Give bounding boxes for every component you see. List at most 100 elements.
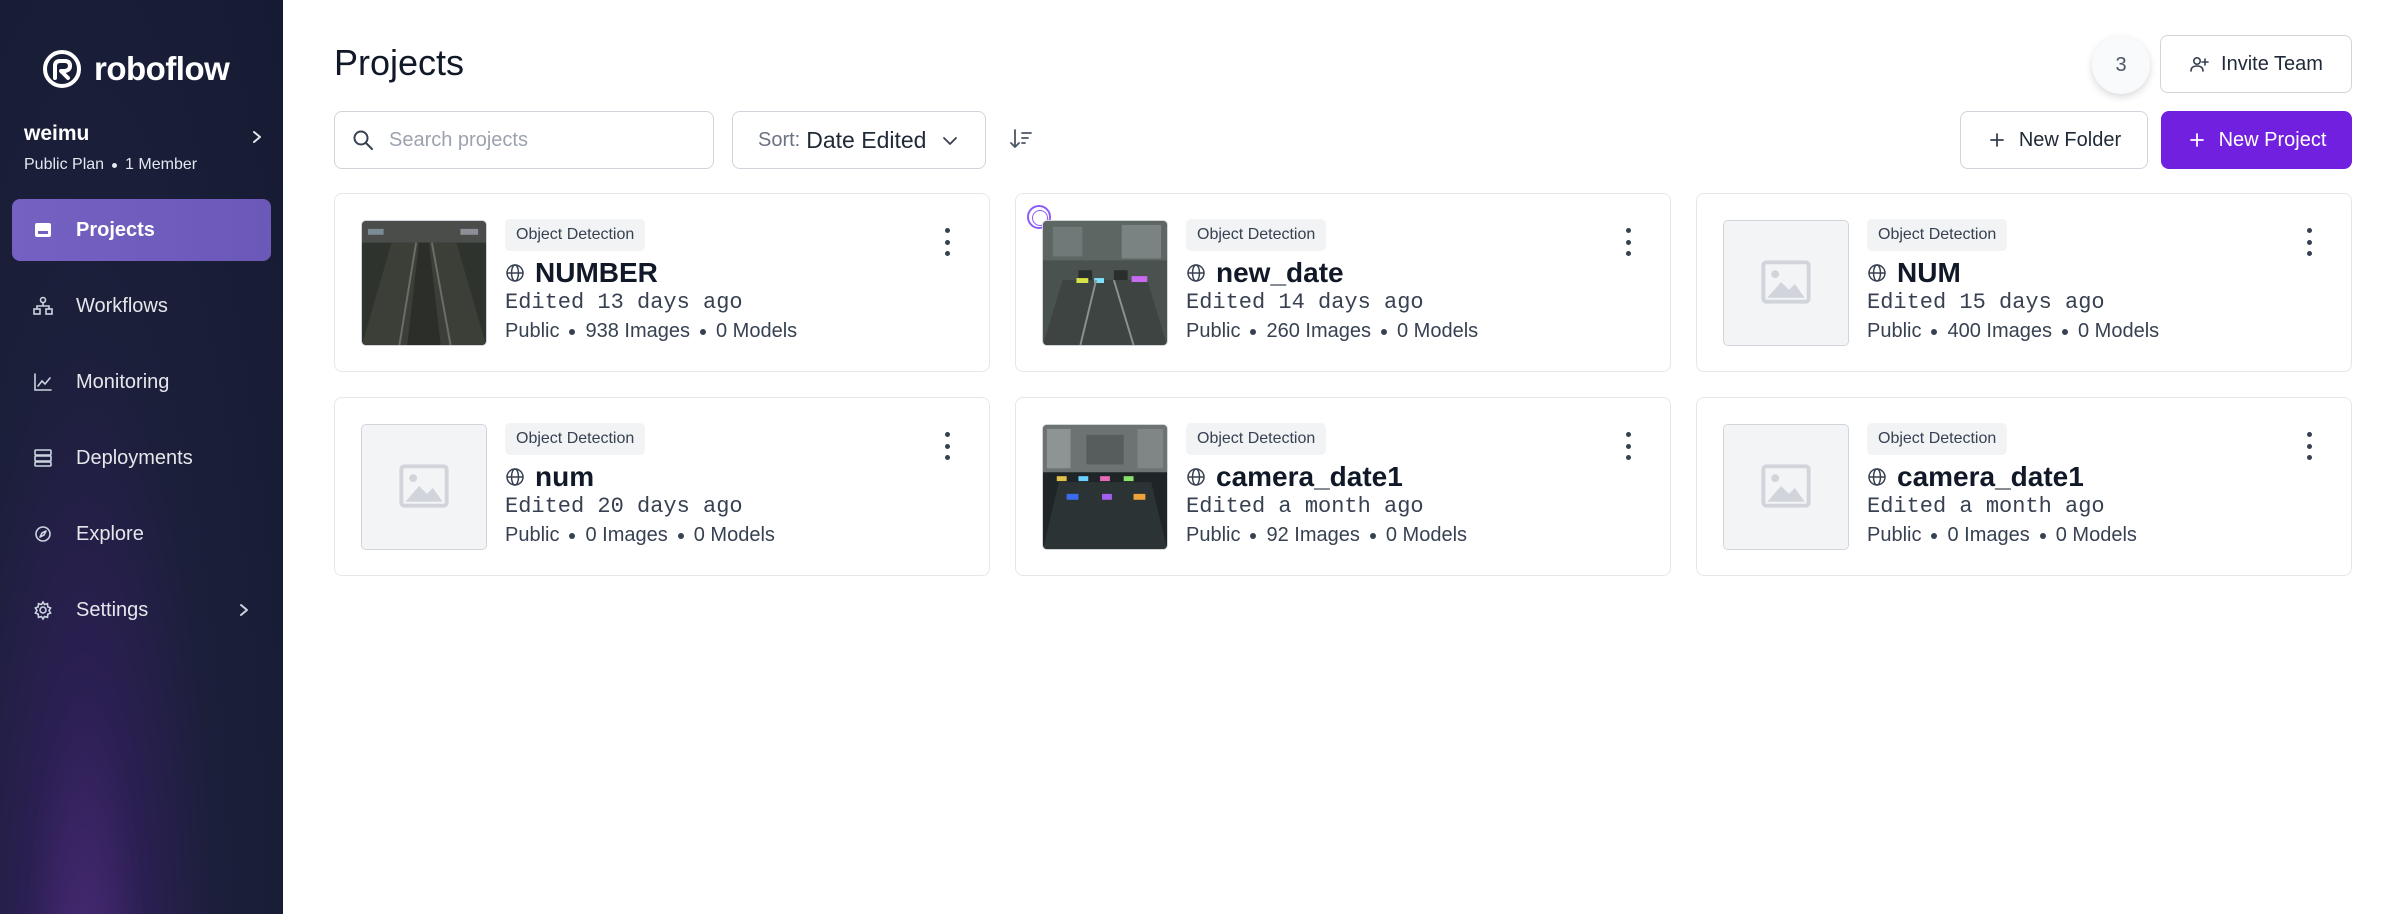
workflows-icon	[33, 296, 53, 315]
project-meta: Public 938 Images 0 Models	[505, 320, 797, 343]
project-meta: Public 400 Images 0 Models	[1867, 320, 2159, 343]
globe-icon	[1187, 264, 1205, 282]
project-models: 0 Models	[716, 320, 798, 342]
sort-prefix: Sort:	[758, 128, 801, 151]
separator-dot	[1381, 328, 1387, 335]
chevron-down-icon	[943, 137, 957, 145]
project-title: new_date	[1186, 257, 1344, 289]
project-thumbnail	[1042, 220, 1168, 346]
project-thumbnail	[361, 220, 487, 346]
workspace-name: weimu	[24, 122, 90, 145]
sort-dropdown[interactable]: Sort: Date Edited	[732, 111, 986, 169]
monitoring-icon	[34, 373, 52, 391]
new-project-button[interactable]: New Project	[2161, 111, 2352, 169]
more-options-icon[interactable]	[2305, 228, 2313, 256]
sidebar-item-projects[interactable]: Projects	[12, 199, 271, 261]
project-edited: Edited 20 days ago	[505, 494, 743, 519]
project-visibility: Public	[1186, 524, 1241, 546]
project-type-badge: Object Detection	[505, 423, 646, 455]
project-visibility: Public	[1867, 524, 1922, 546]
new-project-label: New Project	[2218, 128, 2327, 151]
more-options-icon[interactable]	[943, 228, 951, 256]
project-models: 0 Models	[2055, 524, 2137, 546]
sidebar-item-deployments[interactable]: Deployments	[12, 427, 271, 489]
sidebar-nav: Projects Workflows Monitoring Deployment…	[12, 199, 271, 655]
project-name: camera_date1	[1897, 461, 2084, 492]
project-meta: Public 92 Images 0 Models	[1186, 524, 1467, 547]
project-visibility: Public	[1867, 320, 1922, 342]
sidebar-item-explore[interactable]: Explore	[12, 503, 271, 565]
project-visibility: Public	[505, 320, 560, 342]
project-models: 0 Models	[1385, 524, 1468, 546]
more-options-icon[interactable]	[943, 432, 951, 460]
team-member-count[interactable]: 3	[2092, 36, 2150, 94]
project-edited: Edited a month ago	[1186, 494, 1424, 519]
project-models: 0 Models	[693, 524, 775, 546]
sidebar-item-label: Monitoring	[76, 370, 170, 393]
project-meta: Public 260 Images 0 Models	[1186, 320, 1478, 343]
project-card[interactable]: Object Detection NUM Edited 15 days ago …	[1696, 193, 2352, 372]
sort-value: Date Edited	[806, 126, 927, 153]
project-images: 260 Images	[1266, 320, 1371, 342]
project-type-badge: Object Detection	[1186, 423, 1327, 455]
new-folder-button[interactable]: New Folder	[1960, 111, 2148, 169]
project-visibility: Public	[1186, 320, 1241, 342]
project-edited: Edited 14 days ago	[1186, 290, 1424, 315]
plus-icon	[1989, 133, 2004, 147]
project-models: 0 Models	[1397, 320, 1479, 342]
sidebar-item-settings[interactable]: Settings	[12, 579, 271, 641]
more-options-icon[interactable]	[1624, 228, 1632, 256]
brand[interactable]: roboflow	[42, 48, 230, 90]
sort-direction-icon[interactable]	[1008, 126, 1034, 152]
project-type-badge: Object Detection	[1867, 219, 2008, 251]
project-title: NUMBER	[505, 257, 658, 289]
chevron-right-icon	[253, 131, 261, 143]
project-name: new_date	[1216, 257, 1344, 288]
project-title: camera_date1	[1186, 461, 1403, 493]
globe-icon	[1868, 468, 1886, 486]
project-type-badge: Object Detection	[1186, 219, 1327, 251]
separator-dot	[700, 328, 706, 335]
more-options-icon[interactable]	[1624, 432, 1632, 460]
separator-dot	[677, 532, 684, 539]
image-placeholder-icon	[1724, 221, 1848, 345]
project-images: 0 Images	[1947, 524, 2030, 546]
gear-icon	[34, 600, 52, 621]
project-thumbnail	[1723, 220, 1849, 346]
project-card[interactable]: Object Detection num Edited 20 days ago …	[334, 397, 990, 576]
project-card[interactable]: Object Detection NUMBER Edited 13 days a…	[334, 193, 990, 372]
sidebar-item-label: Deployments	[76, 446, 193, 469]
sidebar-item-label: Projects	[76, 218, 155, 241]
separator-dot	[569, 328, 576, 335]
project-type-badge: Object Detection	[505, 219, 646, 251]
new-folder-label: New Folder	[2018, 128, 2122, 151]
invite-team-button[interactable]: Invite Team	[2160, 35, 2352, 93]
separator-dot	[1250, 328, 1257, 335]
project-card[interactable]: Object Detection camera_date1 Edited a m…	[1696, 397, 2352, 576]
globe-icon	[1868, 264, 1886, 282]
project-name: num	[535, 461, 595, 492]
invite-team-label: Invite Team	[2221, 52, 2323, 75]
workspace-switcher[interactable]: weimu Public Plan 1 Member	[24, 122, 264, 180]
project-title: NUM	[1867, 257, 1961, 289]
more-options-icon[interactable]	[2305, 432, 2313, 460]
sidebar: roboflow weimu Public Plan 1 Member Proj…	[0, 0, 283, 914]
project-card[interactable]: Object Detection camera_date1 Edited a m…	[1015, 397, 1671, 576]
project-name: NUMBER	[535, 257, 658, 288]
sidebar-item-monitoring[interactable]: Monitoring	[12, 351, 271, 413]
project-card[interactable]: Object Detection new_date Edited 14 days…	[1015, 193, 1671, 372]
search-box[interactable]	[334, 111, 714, 169]
separator-dot	[2062, 328, 2068, 335]
track-lights-scene-image	[1043, 221, 1167, 345]
separator-dot	[569, 532, 576, 539]
project-visibility: Public	[505, 524, 560, 546]
project-meta: Public 0 Images 0 Models	[1867, 524, 2137, 547]
plus-icon	[2189, 133, 2204, 147]
image-placeholder-icon	[362, 425, 486, 549]
sidebar-item-workflows[interactable]: Workflows	[12, 275, 271, 337]
project-thumbnail	[1042, 424, 1168, 550]
workspace-plan: Public Plan	[24, 156, 105, 173]
search-input[interactable]	[389, 128, 689, 152]
project-images: 0 Images	[585, 524, 668, 546]
project-images: 938 Images	[585, 320, 690, 342]
